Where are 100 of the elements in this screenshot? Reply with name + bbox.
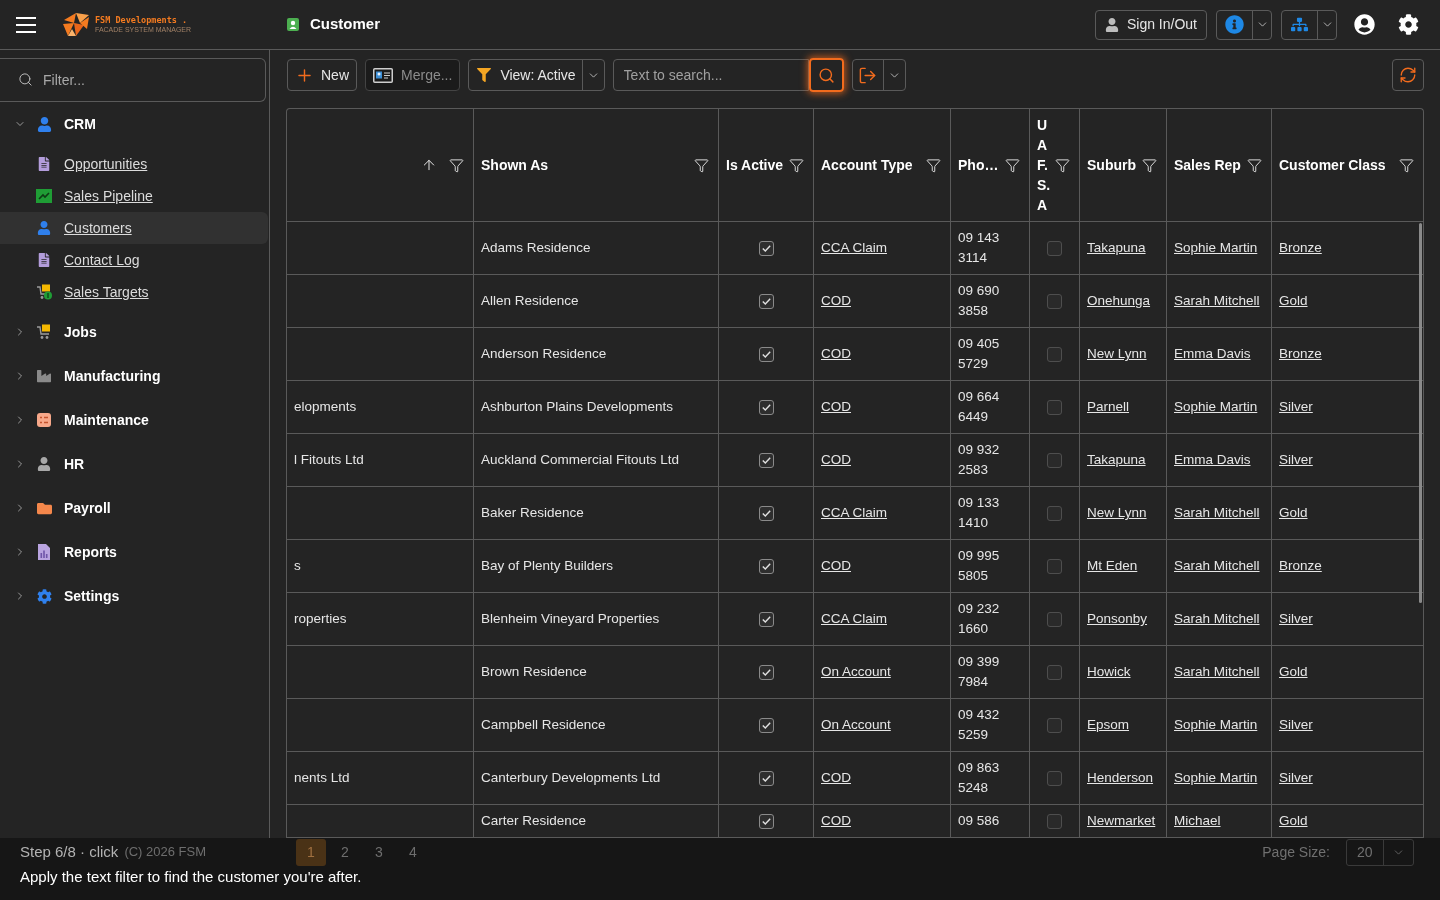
- table-link[interactable]: Gold: [1279, 503, 1308, 523]
- checkbox[interactable]: [758, 717, 774, 733]
- checkbox[interactable]: [1047, 452, 1062, 468]
- table-link[interactable]: On Account: [821, 715, 891, 735]
- table-link[interactable]: Silver: [1279, 397, 1313, 417]
- new-button[interactable]: New: [287, 59, 357, 91]
- table-link[interactable]: Sarah Mitchell: [1174, 291, 1260, 311]
- nav-group[interactable]: Reports: [0, 530, 268, 574]
- checkbox[interactable]: [758, 813, 774, 829]
- table-link[interactable]: Gold: [1279, 662, 1308, 682]
- filter-icon[interactable]: [1055, 157, 1070, 173]
- column-header[interactable]: Customer Class: [1279, 155, 1395, 175]
- filter-icon[interactable]: [1399, 157, 1414, 173]
- sign-in-out-button[interactable]: Sign In/Out: [1094, 9, 1207, 40]
- column-header[interactable]: Shown As: [481, 155, 690, 175]
- filter-icon[interactable]: [1005, 157, 1020, 173]
- column-header[interactable]: Sales Rep: [1174, 155, 1243, 175]
- settings-button[interactable]: [1397, 13, 1419, 36]
- checkbox[interactable]: [1047, 813, 1062, 829]
- table-link[interactable]: COD: [821, 397, 851, 417]
- table-link[interactable]: CCA Claim: [821, 238, 887, 258]
- menu-button[interactable]: [16, 14, 36, 35]
- table-link[interactable]: COD: [821, 344, 851, 364]
- filter-icon[interactable]: [926, 157, 941, 173]
- page-button[interactable]: 4: [398, 838, 428, 866]
- checkbox[interactable]: [1047, 399, 1062, 415]
- table-link[interactable]: Silver: [1279, 715, 1313, 735]
- checkbox[interactable]: [758, 770, 774, 786]
- table-link[interactable]: Gold: [1279, 811, 1308, 831]
- table-link[interactable]: COD: [821, 811, 851, 831]
- nav-group[interactable]: Settings: [0, 574, 268, 618]
- table-link[interactable]: Bronze: [1279, 238, 1322, 258]
- filter-icon[interactable]: [694, 157, 709, 173]
- table-link[interactable]: Mt Eden: [1087, 556, 1138, 576]
- nav-group[interactable]: Maintenance: [0, 398, 268, 442]
- table-link[interactable]: Bronze: [1279, 344, 1322, 364]
- nav-link[interactable]: Opportunities: [0, 148, 268, 180]
- table-link[interactable]: COD: [821, 556, 851, 576]
- nav-group[interactable]: Jobs: [0, 310, 268, 354]
- table-link[interactable]: COD: [821, 291, 851, 311]
- nav-group[interactable]: Manufacturing: [0, 354, 268, 398]
- column-header[interactable]: UAF.S.A: [1037, 115, 1051, 215]
- nav-group[interactable]: HR: [0, 442, 268, 486]
- checkbox[interactable]: [758, 505, 774, 521]
- nav-group[interactable]: CRM: [0, 102, 268, 146]
- search-field[interactable]: Text to search...: [612, 59, 809, 91]
- checkbox[interactable]: [758, 346, 774, 362]
- checkbox[interactable]: [1047, 346, 1062, 362]
- table-link[interactable]: Gold: [1279, 291, 1308, 311]
- checkbox[interactable]: [758, 558, 774, 574]
- table-link[interactable]: Silver: [1279, 450, 1313, 470]
- table-link[interactable]: Sarah Mitchell: [1174, 609, 1260, 629]
- checkbox[interactable]: [1047, 717, 1062, 733]
- table-link[interactable]: COD: [821, 768, 851, 788]
- table-link[interactable]: Sophie Martin: [1174, 238, 1258, 258]
- checkbox[interactable]: [758, 240, 774, 256]
- table-link[interactable]: Sophie Martin: [1174, 768, 1258, 788]
- table-link[interactable]: Sarah Mitchell: [1174, 662, 1260, 682]
- column-header[interactable]: Suburb: [1087, 155, 1138, 175]
- table-link[interactable]: Takapuna: [1087, 450, 1146, 470]
- user-button[interactable]: [1353, 13, 1375, 36]
- checkbox[interactable]: [1047, 293, 1062, 309]
- table-link[interactable]: Sophie Martin: [1174, 397, 1258, 417]
- table-link[interactable]: Parnell: [1087, 397, 1130, 417]
- nav-link[interactable]: Sales Targets: [0, 276, 268, 308]
- table-link[interactable]: Sarah Mitchell: [1174, 503, 1260, 523]
- filter-icon[interactable]: [1142, 157, 1157, 173]
- checkbox[interactable]: [1047, 664, 1062, 680]
- page-size-select[interactable]: 20: [1346, 838, 1414, 866]
- table-link[interactable]: Takapuna: [1087, 238, 1146, 258]
- table-link[interactable]: Onehunga: [1087, 291, 1151, 311]
- refresh-button[interactable]: [1392, 59, 1424, 91]
- table-link[interactable]: Michael: [1174, 811, 1221, 831]
- checkbox[interactable]: [1047, 558, 1062, 574]
- checkbox[interactable]: [1047, 240, 1062, 256]
- filter-icon[interactable]: [1247, 157, 1262, 173]
- table-link[interactable]: COD: [821, 450, 851, 470]
- table-link[interactable]: Sarah Mitchell: [1174, 556, 1260, 576]
- table-link[interactable]: Henderson: [1087, 768, 1154, 788]
- checkbox[interactable]: [1047, 505, 1062, 521]
- table-link[interactable]: CCA Claim: [821, 609, 887, 629]
- table-link[interactable]: Epsom: [1087, 715, 1130, 735]
- checkbox[interactable]: [758, 664, 774, 680]
- column-header[interactable]: Is Active: [726, 155, 785, 175]
- table-link[interactable]: Silver: [1279, 609, 1313, 629]
- table-link[interactable]: Newmarket: [1087, 811, 1156, 831]
- nav-group[interactable]: Payroll: [0, 486, 268, 530]
- table-link[interactable]: On Account: [821, 662, 891, 682]
- table-link[interactable]: Bronze: [1279, 556, 1322, 576]
- table-link[interactable]: New Lynn: [1087, 503, 1147, 523]
- nav-link[interactable]: Customers: [0, 212, 268, 244]
- scrollbar-thumb[interactable]: [1419, 223, 1422, 603]
- checkbox[interactable]: [758, 611, 774, 627]
- table-link[interactable]: Sophie Martin: [1174, 715, 1258, 735]
- table-link[interactable]: Emma Davis: [1174, 344, 1251, 364]
- nav-link[interactable]: Sales Pipeline: [0, 180, 268, 212]
- column-header[interactable]: Pho…: [958, 155, 1001, 175]
- table-link[interactable]: CCA Claim: [821, 503, 887, 523]
- checkbox[interactable]: [758, 452, 774, 468]
- nav-link[interactable]: Contact Log: [0, 244, 268, 276]
